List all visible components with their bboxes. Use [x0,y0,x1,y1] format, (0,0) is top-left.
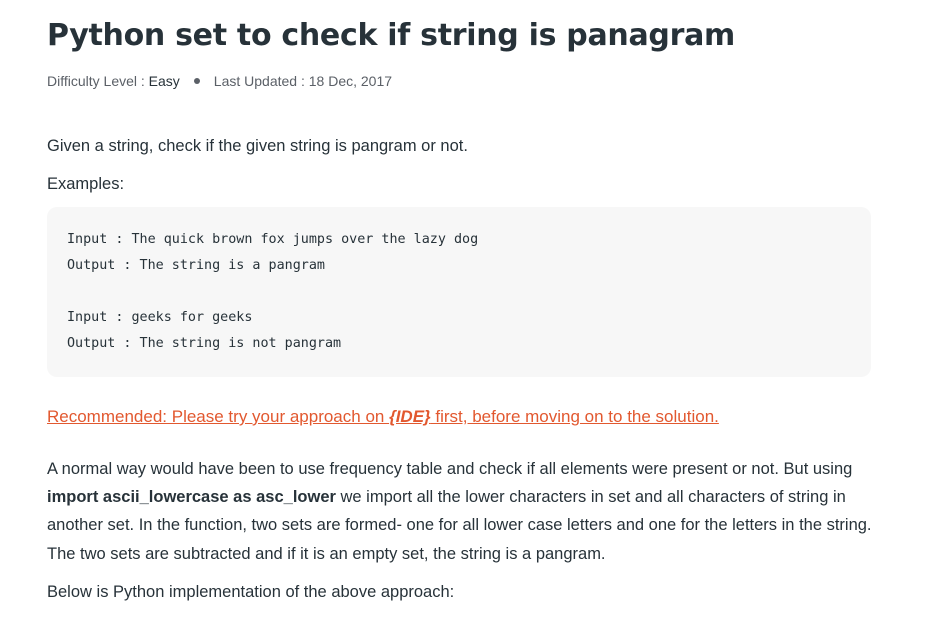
article-meta: Difficulty Level : Easy Last Updated : 18… [47,71,392,91]
code-line: Output : The string is not pangram [67,336,342,351]
explanation-paragraph: A normal way would have been to use freq… [47,455,873,568]
code-line: Input : The quick brown fox jumps over t… [67,232,479,247]
explanation-text: A normal way would have been to use freq… [47,460,853,478]
recommended-link[interactable]: Recommended: Please try your approach on… [47,403,719,431]
last-updated-date: 18 Dec, 2017 [308,73,393,89]
explanation-import-code: import ascii_lowercase as asc_lower [47,488,336,507]
difficulty-link[interactable]: Easy [149,73,180,89]
recommended-suffix: first, before moving on to the solution. [430,407,719,426]
article-title: Python set to check if string is panagra… [47,18,735,53]
implementation-intro: Below is Python implementation of the ab… [47,583,455,601]
difficulty-label: Difficulty Level : [47,73,149,89]
code-line: Output : The string is a pangram [67,258,325,273]
code-block: Input : The quick brown fox jumps over t… [47,207,871,377]
intro-paragraph: Given a string, check if the given strin… [47,137,468,155]
examples-label: Examples: [47,175,125,193]
code-line: Input : geeks for geeks [67,310,253,325]
separator-dot-icon [193,78,200,85]
last-updated-label: Last Updated : [213,73,309,89]
recommended-prefix: Recommended: Please try your approach on [47,407,390,426]
ide-link[interactable]: {IDE} [389,407,431,426]
